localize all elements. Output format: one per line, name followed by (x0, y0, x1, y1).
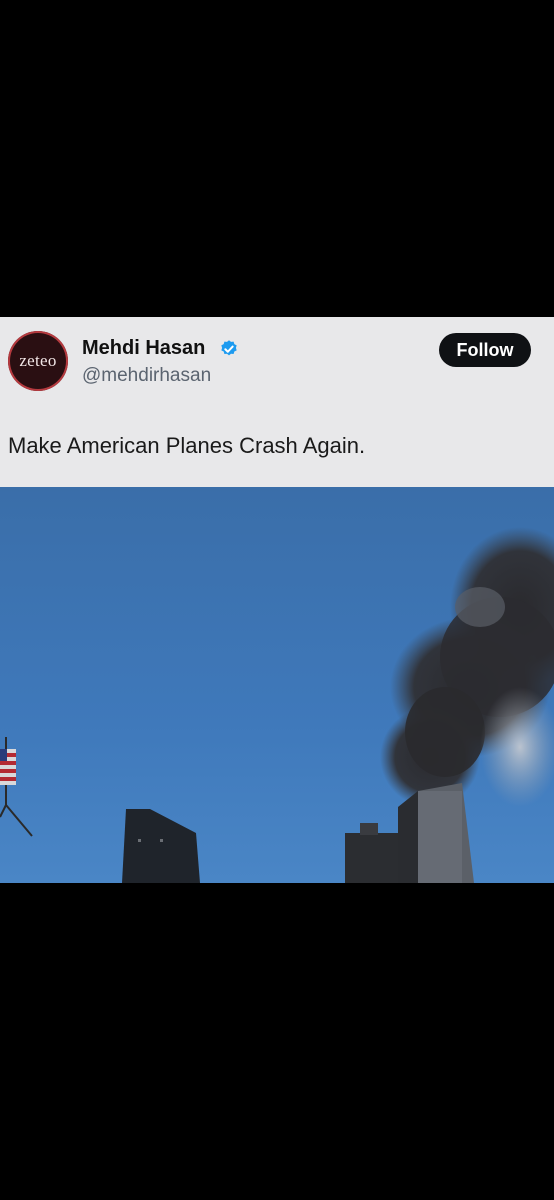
letterbox-top (0, 0, 554, 317)
video-frame (0, 487, 554, 883)
follow-button[interactable]: Follow (439, 333, 531, 367)
avatar[interactable]: zeteo (8, 331, 68, 391)
verified-badge-icon (221, 340, 237, 356)
letterbox-bottom (0, 883, 554, 1200)
tweet-card: zeteo Mehdi Hasan @mehdirhasan Follow Ma… (0, 317, 554, 487)
avatar-logo-text: zeteo (19, 351, 57, 370)
author-name[interactable]: Mehdi Hasan (82, 337, 205, 360)
author-handle[interactable]: @mehdirhasan (82, 365, 211, 387)
tweet-text: Make American Planes Crash Again. (8, 433, 366, 458)
tweet-media-video[interactable] (0, 487, 554, 883)
